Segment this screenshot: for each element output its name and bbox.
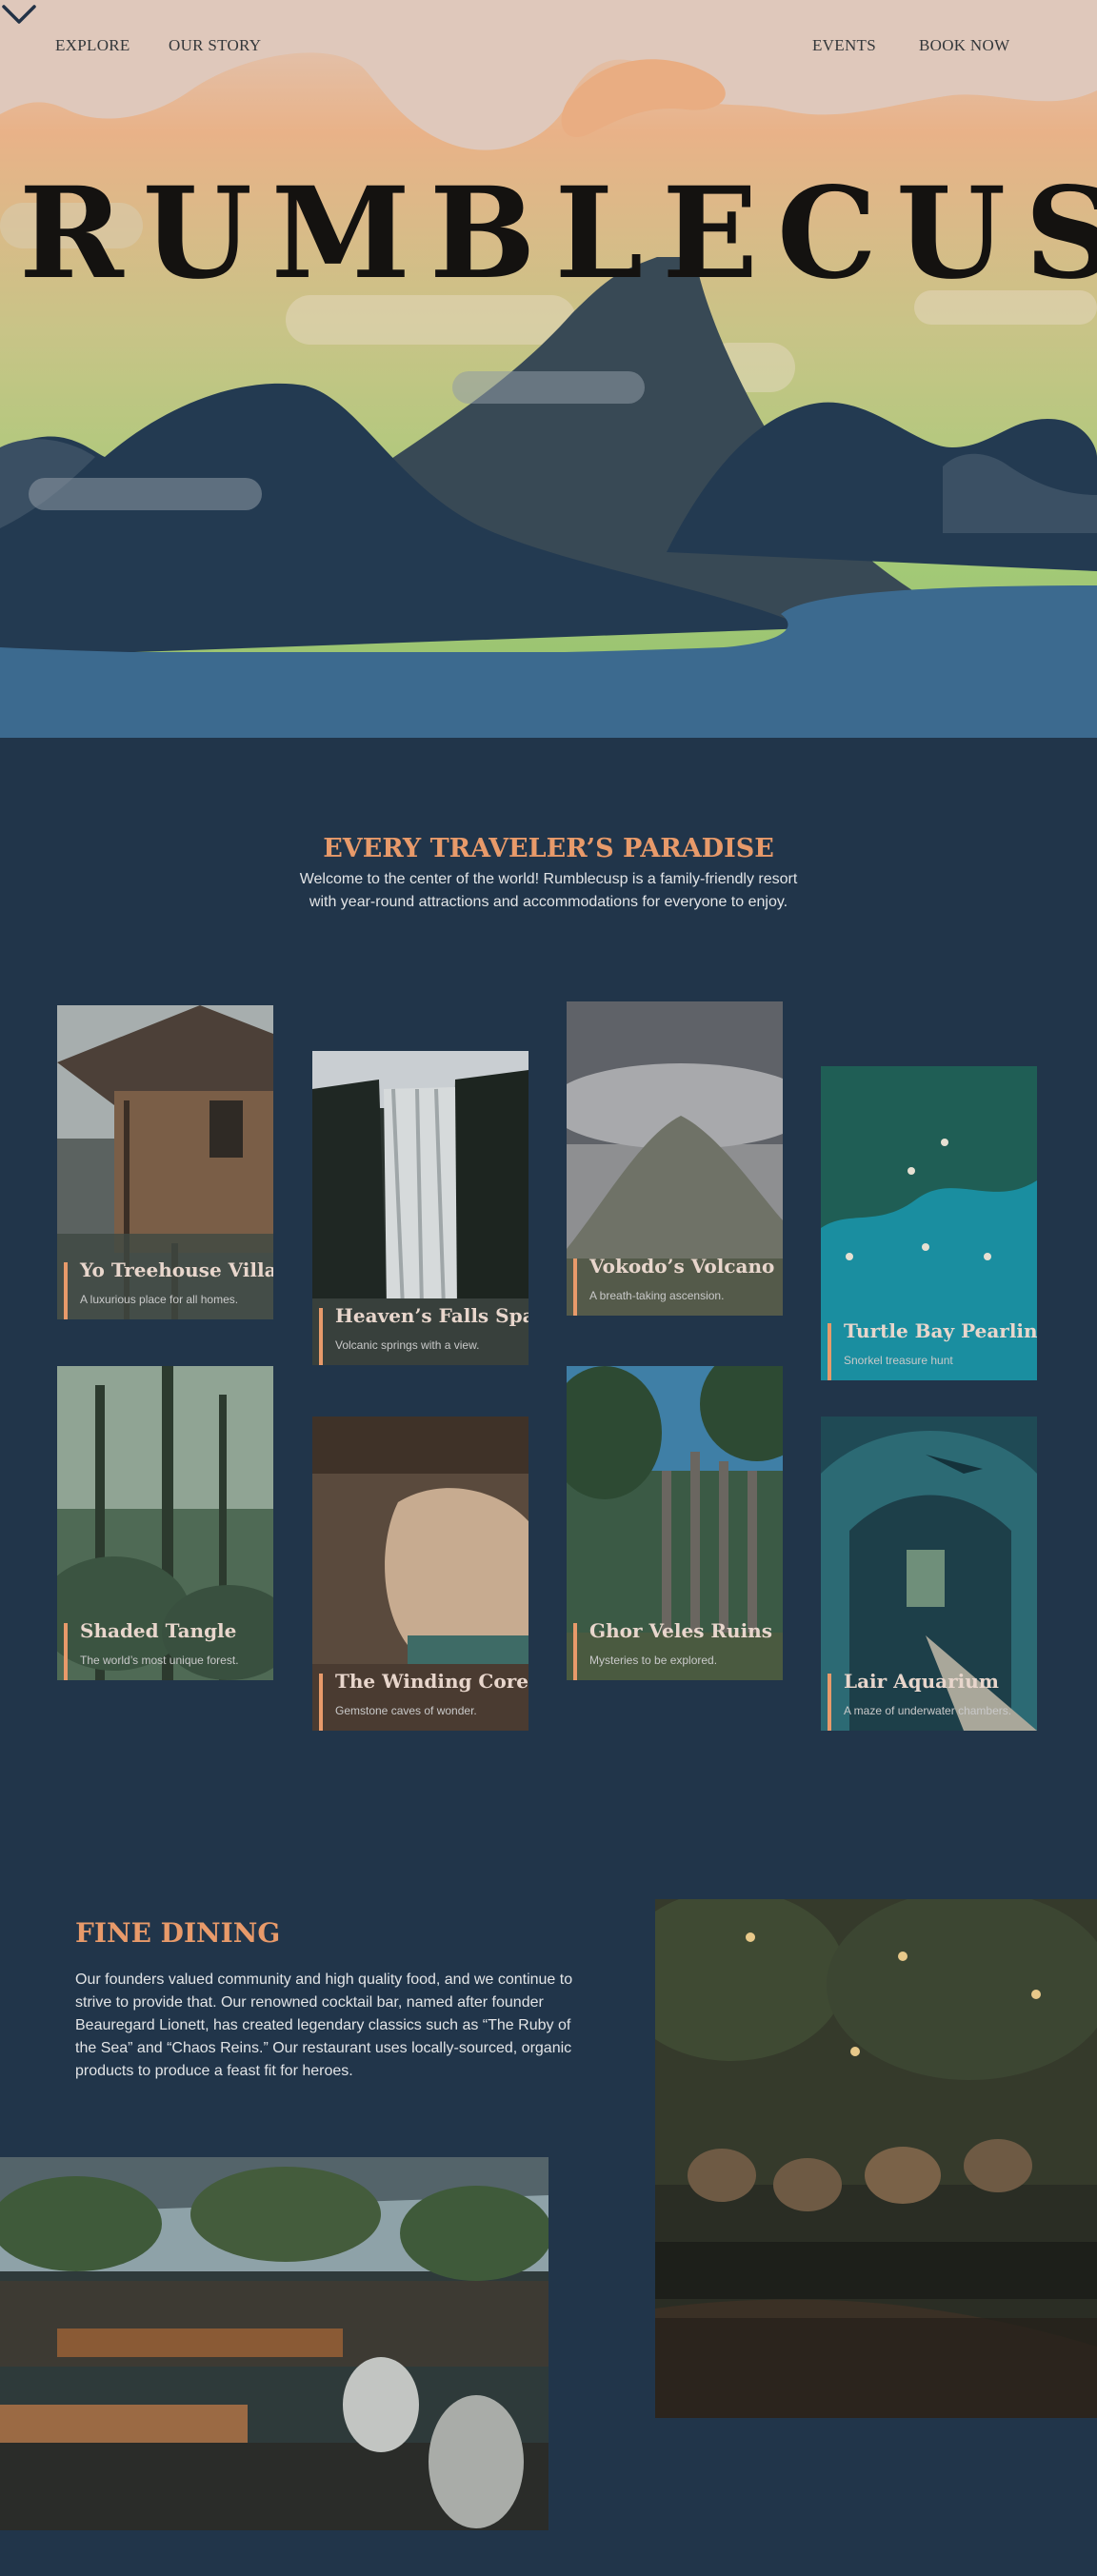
card-subtitle: Mysteries to be explored.: [589, 1654, 718, 1667]
card-subtitle: Volcanic springs with a view.: [335, 1338, 480, 1352]
nav-our-story-link[interactable]: OUR STORY: [169, 36, 261, 55]
card-title: The Winding Core: [335, 1670, 529, 1693]
hero-banner: EXPLORE OUR STORY EVENTS BOOK NOW RUMBLE…: [0, 0, 1097, 738]
attraction-card-ruins[interactable]: Ghor Veles Ruins Mysteries to be explore…: [567, 1366, 783, 1680]
card-subtitle: Snorkel treasure hunt: [844, 1354, 953, 1367]
card-accent-bar: [828, 1674, 831, 1731]
card-title: Heaven’s Falls Spa: [335, 1304, 529, 1327]
intro-heading: EVERY TRAVELER’S PARADISE: [323, 834, 774, 863]
cocktail-bar-photo: [655, 1899, 1097, 2418]
card-title: Ghor Veles Ruins: [589, 1619, 772, 1642]
card-accent-bar: [319, 1308, 323, 1365]
chevron-down-icon[interactable]: [0, 0, 38, 29]
card-accent-bar: [573, 1258, 577, 1316]
card-subtitle: A maze of underwater chambers.: [844, 1704, 1012, 1717]
hero-landscape-illustration: [0, 0, 1097, 738]
card-accent-bar: [64, 1623, 68, 1680]
attraction-card-winding-core[interactable]: The Winding Core Gemstone caves of wonde…: [312, 1417, 529, 1731]
card-accent-bar: [319, 1674, 323, 1731]
dining-heading: FINE DINING: [75, 1917, 281, 1949]
attraction-card-treehouse[interactable]: Yo Treehouse Villas A luxurious place fo…: [57, 1005, 273, 1319]
attraction-card-turtle-bay[interactable]: Turtle Bay Pearling Snorkel treasure hun…: [821, 1066, 1037, 1380]
nav-events-link[interactable]: EVENTS: [812, 36, 876, 55]
attraction-card-falls-spa[interactable]: Heaven’s Falls Spa Volcanic springs with…: [312, 1051, 529, 1365]
nav-book-now-link[interactable]: BOOK NOW: [919, 36, 1009, 55]
card-title: Turtle Bay Pearling: [844, 1319, 1037, 1342]
attraction-card-volcano[interactable]: Vokodo’s Volcano A breath-taking ascensi…: [567, 1001, 783, 1316]
card-subtitle: A luxurious place for all homes.: [80, 1293, 239, 1306]
intro-line-2: with year-round attractions and accommod…: [309, 894, 788, 910]
card-title: Shaded Tangle: [80, 1619, 237, 1642]
card-title: Yo Treehouse Villas: [80, 1258, 273, 1281]
dining-line-5: products to produce a feast fit for hero…: [75, 2063, 353, 2079]
hero-title: RUMBLECUSP: [19, 160, 1097, 307]
intro-line-1: Welcome to the center of the world! Rumb…: [299, 871, 798, 887]
attraction-card-aquarium[interactable]: Lair Aquarium A maze of underwater chamb…: [821, 1417, 1037, 1731]
nav-explore-link[interactable]: EXPLORE: [55, 36, 130, 55]
dining-line-1: Our founders valued community and high q…: [75, 1972, 573, 1988]
card-accent-bar: [828, 1323, 831, 1380]
dining-line-3: Beauregard Lionett, has created legendar…: [75, 2017, 571, 2033]
card-subtitle: A breath-taking ascension.: [589, 1289, 725, 1302]
card-subtitle: The world’s most unique forest.: [80, 1654, 239, 1667]
card-title: Lair Aquarium: [844, 1670, 999, 1693]
restaurant-photo: [0, 2157, 548, 2530]
card-subtitle: Gemstone caves of wonder.: [335, 1704, 477, 1717]
card-accent-bar: [573, 1623, 577, 1680]
dining-line-2: strive to provide that. Our renowned coc…: [75, 1994, 544, 2011]
attraction-card-shaded-tangle[interactable]: Shaded Tangle The world’s most unique fo…: [57, 1366, 273, 1680]
card-accent-bar: [64, 1262, 68, 1319]
dining-line-4: the Sea” and “Chaos Reins.” Our restaura…: [75, 2040, 572, 2056]
card-title: Vokodo’s Volcano: [589, 1255, 775, 1278]
